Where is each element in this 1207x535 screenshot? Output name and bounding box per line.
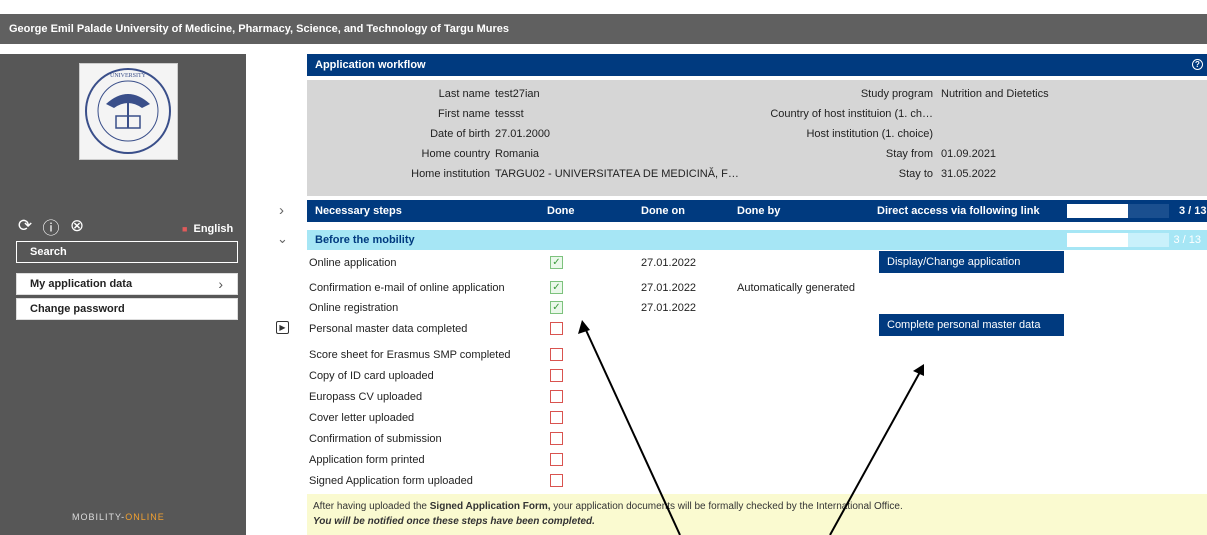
note-pre: After having uploaded the: [313, 501, 430, 512]
info-study-program: Study program: [860, 88, 933, 100]
step-label: Application form printed: [309, 454, 425, 466]
collapse-before-chevron-icon[interactable]: ⌄: [277, 231, 288, 247]
step-label: Personal master data completed: [309, 323, 468, 335]
checkbox-empty-icon: [550, 348, 563, 361]
checkbox-checked-icon: ✓: [550, 281, 563, 294]
my-application-button[interactable]: My application data ›: [16, 273, 238, 295]
refresh-icon[interactable]: ⟳: [16, 216, 34, 235]
step-row: Europass CV uploaded: [307, 387, 1207, 407]
step-label: Confirmation of submission: [309, 433, 442, 445]
seal-text: UNIVERSITY: [110, 73, 147, 79]
workflow-help-icon[interactable]: ?: [1192, 59, 1203, 70]
university-seal-icon: UNIVERSITY: [85, 68, 171, 154]
mobility-online-logo: MOBILITY-ONLINE: [72, 512, 165, 522]
checkbox-checked-icon: ✓: [550, 256, 563, 269]
complete-personal-data-button[interactable]: Complete personal master data: [879, 314, 1064, 336]
applicant-info-panel: Last name test27ian First name tessst Da…: [307, 80, 1207, 196]
header-spacer: [0, 44, 1207, 54]
step-row: Confirmation e-mail of online applicatio…: [307, 278, 1207, 298]
info-study-program-value: Nutrition and Dietetics: [941, 88, 1049, 100]
info-host-institution: Host institution (1. choice): [806, 128, 933, 140]
brand-suffix: ONLINE: [125, 512, 165, 522]
step-done-by: Automatically generated: [737, 282, 856, 294]
help-icon[interactable]: ⓘ: [42, 217, 60, 238]
step-date: 27.01.2022: [641, 302, 697, 314]
step-row: Confirmation of submission: [307, 429, 1207, 449]
before-mobility-section[interactable]: Before the mobility 3 / 13: [307, 230, 1207, 250]
step-label: Score sheet for Erasmus SMP completed: [309, 349, 511, 361]
expand-steps-chevron-icon[interactable]: ›: [279, 202, 284, 219]
col-done-on: Done on: [641, 205, 685, 217]
step-label: Confirmation e-mail of online applicatio…: [309, 282, 505, 294]
info-note: After having uploaded the Signed Applica…: [307, 494, 1207, 535]
before-progress-text: 3 / 13: [1173, 234, 1201, 246]
info-stay-from-value: 01.09.2021: [941, 148, 997, 160]
step-label: Online application: [309, 257, 397, 269]
step-row: Online application ✓ 27.01.2022 Display/Cha…: [307, 251, 1207, 273]
info-stay-from: Stay from: [885, 148, 933, 160]
checkbox-empty-icon: [550, 322, 563, 335]
step-row: Copy of ID card uploaded: [307, 366, 1207, 386]
step-row: Application form printed: [307, 450, 1207, 470]
col-done-by: Done by: [737, 205, 781, 217]
col-done: Done: [547, 205, 575, 217]
step-label: Copy of ID card uploaded: [309, 370, 434, 382]
step-row: Cover letter uploaded: [307, 408, 1207, 428]
checkbox-empty-icon: [550, 411, 563, 424]
checkbox-empty-icon: [550, 453, 563, 466]
display-change-application-button[interactable]: Display/Change application: [879, 251, 1064, 273]
before-mobility-label: Before the mobility: [315, 234, 415, 246]
sidebar: UNIVERSITY ⟳ ⓘ ⊗ ■ English Search My app…: [0, 54, 246, 535]
info-stay-to-value: 31.05.2022: [941, 168, 997, 180]
my-application-label: My application data: [30, 278, 133, 290]
university-logo: UNIVERSITY: [79, 63, 178, 160]
search-button[interactable]: Search: [16, 241, 238, 263]
overall-progress-fill: [1067, 204, 1128, 218]
step-date: 27.01.2022: [641, 282, 697, 294]
chevron-right-icon: ›: [218, 276, 223, 292]
overall-progress-bar: [1067, 204, 1169, 218]
step-row: Score sheet for Erasmus SMP completed: [307, 345, 1207, 365]
sidebar-toolbar: ⟳ ⓘ ⊗: [16, 216, 86, 238]
info-host-country: Country of host instituion (1. ch…: [770, 108, 933, 120]
overall-progress-text: 3 / 13: [1179, 205, 1207, 217]
step-date: 27.01.2022: [641, 257, 697, 269]
checkbox-empty-icon: [550, 474, 563, 487]
col-necessary-steps: Necessary steps: [315, 205, 402, 217]
step-row: Signed Application form uploaded: [307, 471, 1207, 491]
checkbox-checked-icon: ✓: [550, 301, 563, 314]
play-icon[interactable]: ▶: [276, 321, 289, 334]
checkbox-empty-icon: [550, 369, 563, 382]
step-label: Signed Application form uploaded: [309, 475, 473, 487]
before-progress-fill: [1067, 233, 1128, 247]
steps-header: Necessary steps Done Done on Done by Dir…: [307, 200, 1207, 222]
step-row: Personal master data completed Complete p…: [307, 314, 1207, 339]
info-stay-to: Stay to: [898, 168, 933, 180]
col-direct-access: Direct access via following link: [877, 205, 1040, 217]
workflow-header: Application workflow ?: [307, 54, 1207, 76]
checkbox-empty-icon: [550, 390, 563, 403]
university-header: George Emil Palade University of Medicin…: [0, 14, 1207, 44]
workflow-title: Application workflow: [315, 59, 426, 71]
step-label: Cover letter uploaded: [309, 412, 415, 424]
step-label: Europass CV uploaded: [309, 391, 423, 403]
note-italic: You will be notified once these steps ha…: [313, 516, 595, 527]
step-row: Online registration ✓ 27.01.2022: [307, 298, 1207, 318]
brand-prefix: MOBILITY-: [72, 512, 126, 522]
language-label: English: [193, 223, 234, 235]
change-password-button[interactable]: Change password: [16, 298, 238, 320]
uk-flag-icon: ■: [182, 224, 188, 234]
before-progress-bar: [1067, 233, 1169, 247]
step-label: Online registration: [309, 302, 399, 314]
close-icon[interactable]: ⊗: [68, 216, 86, 235]
language-selector[interactable]: ■ English: [182, 223, 233, 235]
note-bold: Signed Application Form,: [429, 501, 551, 512]
note-post: your application documents will be forma…: [550, 501, 903, 512]
checkbox-empty-icon: [550, 432, 563, 445]
